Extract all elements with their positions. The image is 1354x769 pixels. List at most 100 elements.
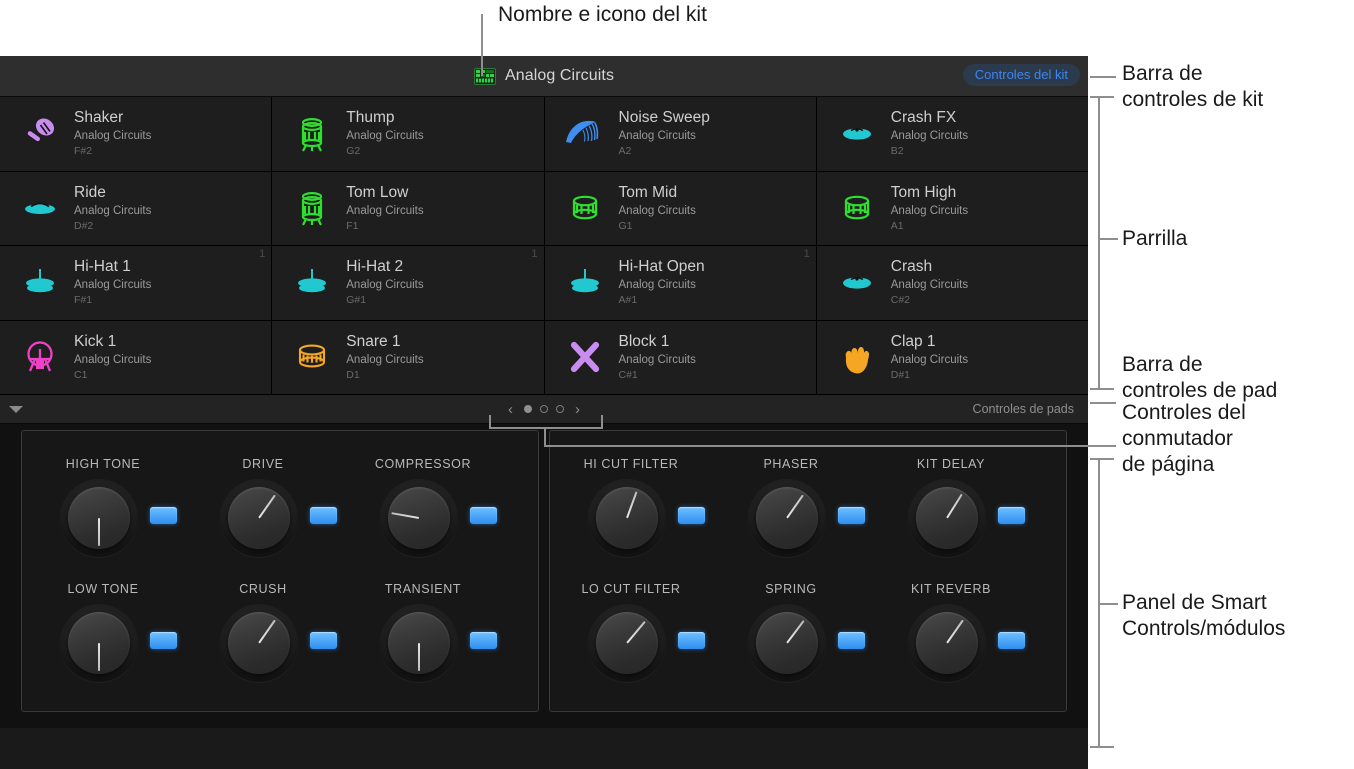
- knob-toggle-button[interactable]: [998, 632, 1025, 649]
- knob-dial[interactable]: [748, 604, 826, 682]
- pad-text: Snare 1 Analog Circuits D1: [338, 333, 423, 382]
- knob-dial[interactable]: [220, 604, 298, 682]
- pad-text: Tom Mid Analog Circuits G1: [611, 184, 696, 233]
- pad-controls-button[interactable]: Controles de pads: [973, 402, 1074, 416]
- pad-note: D#2: [74, 219, 94, 232]
- pad-text: Block 1 Analog Circuits C#1: [611, 333, 696, 382]
- pad-cell[interactable]: 1 Hi-Hat 2 Analog Circuits G#1: [272, 246, 544, 320]
- kit-title[interactable]: Analog Circuits: [473, 67, 615, 85]
- pad-text: Hi-Hat 2 Analog Circuits G#1: [338, 258, 423, 307]
- page-dot[interactable]: [540, 405, 548, 413]
- page-dot[interactable]: [556, 405, 564, 413]
- knob-pointer: [98, 518, 100, 546]
- pad-cell[interactable]: Block 1 Analog Circuits C#1: [544, 320, 816, 394]
- pad-subtitle: Analog Circuits: [74, 353, 152, 366]
- pad-note: A2: [618, 145, 632, 158]
- knob-dial[interactable]: [380, 479, 458, 557]
- pad-note: D#1: [890, 368, 911, 381]
- pad-cell[interactable]: Tom High Analog Circuits A1: [816, 171, 1088, 245]
- pad-text: Kick 1 Analog Circuits C1: [66, 333, 151, 382]
- knob-cell: COMPRESSOR: [358, 439, 518, 564]
- pad-cell[interactable]: 1 Hi-Hat 1 Analog Circuits F#1: [0, 246, 272, 320]
- kit-controls-button[interactable]: Controles del kit: [962, 64, 1080, 86]
- knob-dial[interactable]: [908, 604, 986, 682]
- page-dots[interactable]: [524, 405, 564, 413]
- knob-toggle-button[interactable]: [470, 632, 497, 649]
- tom-icon: [831, 186, 883, 230]
- pad-cell[interactable]: Thump Analog Circuits G2: [272, 97, 544, 171]
- pad-cell[interactable]: Tom Low Analog Circuits F1: [272, 171, 544, 245]
- kit-name-label: Analog Circuits: [504, 67, 615, 84]
- cymbal-flat-icon: [831, 112, 883, 156]
- pad-cell[interactable]: Clap 1 Analog Circuits D#1: [816, 320, 1088, 394]
- pad-cell[interactable]: Noise Sweep Analog Circuits A2: [544, 97, 816, 171]
- knob-dial[interactable]: [60, 604, 138, 682]
- bracket-right-page-switcher: [601, 415, 603, 429]
- knob-dial[interactable]: [748, 479, 826, 557]
- pad-cell[interactable]: Shaker Analog Circuits F#2: [0, 97, 272, 171]
- pad-number: 1: [259, 248, 266, 260]
- knob-dial[interactable]: [380, 604, 458, 682]
- knob-toggle-button[interactable]: [310, 632, 337, 649]
- pad-note: F1: [346, 219, 359, 232]
- knob-toggle-button[interactable]: [470, 507, 497, 524]
- pad-subtitle: Analog Circuits: [618, 130, 696, 143]
- knob-label: HIGH TONE: [65, 457, 141, 471]
- knob-dial[interactable]: [908, 479, 986, 557]
- pad-cell[interactable]: Crash FX Analog Circuits B2: [816, 97, 1088, 171]
- knob-toggle-button[interactable]: [150, 632, 177, 649]
- pad-name: Crash FX: [890, 109, 957, 127]
- knob-label: KIT DELAY: [916, 457, 986, 471]
- knob-toggle-button[interactable]: [998, 507, 1025, 524]
- knob-cell: KIT REVERB: [886, 564, 1046, 689]
- knob-label: CRUSH: [239, 582, 287, 596]
- hihat-icon: [14, 261, 66, 305]
- chevron-right-icon[interactable]: ›: [575, 402, 580, 417]
- knob-toggle-button[interactable]: [838, 632, 865, 649]
- knob-label: HI CUT FILTER: [583, 457, 679, 471]
- pad-cell[interactable]: Tom Mid Analog Circuits G1: [544, 171, 816, 245]
- knob-cell: KIT DELAY: [886, 439, 1046, 564]
- pad-name: Crash: [890, 258, 933, 276]
- pad-subtitle: Analog Circuits: [346, 353, 424, 366]
- knob-cell: HIGH TONE: [38, 439, 198, 564]
- knob-toggle-button[interactable]: [678, 632, 705, 649]
- module-right: HI CUT FILTER PHASER KIT DELAY LO CUT FILTE…: [549, 430, 1067, 712]
- pad-cell[interactable]: 1 Hi-Hat Open Analog Circuits A#1: [544, 246, 816, 320]
- knob-dial[interactable]: [60, 479, 138, 557]
- pad-subtitle: Analog Circuits: [890, 279, 969, 292]
- cymbal-flat-icon: [831, 261, 883, 305]
- leader-line-kit-bar: [1090, 76, 1116, 78]
- chevron-left-icon[interactable]: ‹: [508, 402, 513, 417]
- knob-cell: PHASER: [726, 439, 886, 564]
- pad-text: Clap 1 Analog Circuits D#1: [883, 333, 968, 382]
- knob-toggle-button[interactable]: [310, 507, 337, 524]
- pad-cell[interactable]: Ride Analog Circuits D#2: [0, 171, 272, 245]
- pad-text: Hi-Hat 1 Analog Circuits F#1: [66, 258, 151, 307]
- page-dot[interactable]: [524, 405, 532, 413]
- knob-dial[interactable]: [588, 604, 666, 682]
- knob-dial[interactable]: [220, 479, 298, 557]
- pad-cell[interactable]: Crash Analog Circuits C#2: [816, 246, 1088, 320]
- pad-note: G1: [618, 219, 633, 232]
- annotation-kit-control-bar: Barra de controles de kit: [1122, 62, 1264, 111]
- pad-cell[interactable]: Snare 1 Analog Circuits D1: [272, 320, 544, 394]
- knob-toggle-button[interactable]: [150, 507, 177, 524]
- knob-pointer: [418, 643, 420, 671]
- leader-line-pad-bar: [1090, 402, 1116, 404]
- annotation-grid: Parrilla: [1122, 227, 1188, 250]
- pad-cell[interactable]: Kick 1 Analog Circuits C1: [0, 320, 272, 394]
- bracket-bottom-smart: [1090, 746, 1114, 748]
- pad-subtitle: Analog Circuits: [74, 204, 152, 217]
- tom-tall-icon: [286, 186, 338, 230]
- knob-dial[interactable]: [588, 479, 666, 557]
- pad-note: G2: [346, 145, 361, 158]
- knob-toggle-button[interactable]: [838, 507, 865, 524]
- knob-toggle-button[interactable]: [678, 507, 705, 524]
- annotation-kit-name-icon: Nombre e icono del kit: [498, 3, 707, 26]
- knob-cell: HI CUT FILTER: [566, 439, 726, 564]
- smart-controls-panel: HIGH TONE DRIVE COMPRESSOR LOW TONE CRUSH TRA…: [0, 424, 1088, 728]
- pad-subtitle: Analog Circuits: [346, 204, 424, 217]
- pad-number: 1: [531, 248, 538, 260]
- knob-label: KIT REVERB: [910, 582, 992, 596]
